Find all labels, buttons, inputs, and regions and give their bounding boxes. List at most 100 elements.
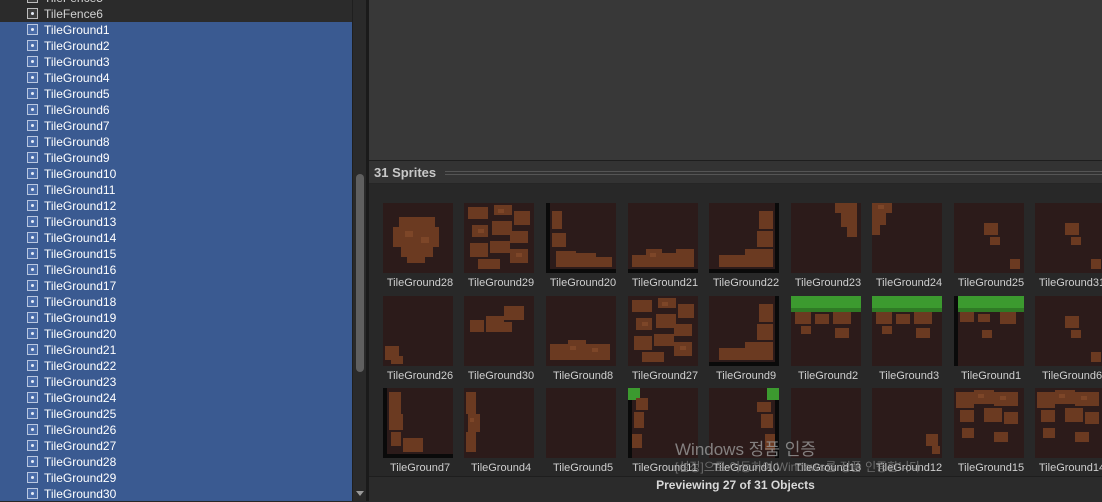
sprite-tile[interactable]: TileGround22 — [709, 203, 783, 289]
sprite-tile[interactable]: TileGround15 — [954, 388, 1028, 474]
hierarchy-item[interactable]: TileFence6 — [0, 6, 352, 22]
hierarchy-item[interactable]: TileGround14 — [0, 230, 352, 246]
hierarchy-item[interactable]: TileGround4 — [0, 70, 352, 86]
scrollbar-thumb[interactable] — [356, 174, 364, 372]
sprite-tile[interactable]: TileGround14 — [1035, 388, 1102, 474]
sprite-tile[interactable]: TileGround24 — [872, 203, 946, 289]
tile-pixel — [662, 253, 676, 267]
hierarchy-item[interactable]: TileGround28 — [0, 454, 352, 470]
sprite-tile[interactable]: TileGround23 — [791, 203, 865, 289]
tile-pixel — [466, 392, 476, 414]
hierarchy-item[interactable]: TileGround9 — [0, 150, 352, 166]
sprite-tile[interactable]: TileGround7 — [383, 388, 457, 474]
scroll-down-arrow-icon[interactable] — [356, 491, 364, 496]
gameobject-icon — [27, 280, 38, 291]
hierarchy-scrollbar[interactable] — [352, 0, 367, 501]
sprite-tile[interactable]: TileGround28 — [383, 203, 457, 289]
tile-pixel — [1075, 392, 1099, 406]
hierarchy-item[interactable]: TileGround20 — [0, 326, 352, 342]
sprite-tile[interactable]: TileGround6 — [1035, 296, 1102, 382]
sprite-tile[interactable]: TileGround1 — [954, 296, 1028, 382]
tile-pixel — [656, 314, 676, 328]
sprite-thumbnail — [791, 296, 861, 366]
hierarchy-item[interactable]: TileGround3 — [0, 54, 352, 70]
gameobject-icon — [27, 24, 38, 35]
sprite-thumbnail — [628, 203, 698, 273]
hierarchy-item[interactable]: TileGround26 — [0, 422, 352, 438]
sprite-tile[interactable]: TileGround29 — [464, 203, 538, 289]
gameobject-icon — [27, 104, 38, 115]
hierarchy-item[interactable]: TileGround1 — [0, 22, 352, 38]
hierarchy-item-label: TileGround28 — [44, 455, 117, 469]
hierarchy-item[interactable]: TileGround12 — [0, 198, 352, 214]
tile-pixel — [1043, 428, 1055, 438]
gameobject-icon — [27, 248, 38, 259]
hierarchy-item-label: TileGround14 — [44, 231, 117, 245]
sprite-tile[interactable]: TileGround31 — [1035, 203, 1102, 289]
sprite-tile[interactable]: TileGround2 — [791, 296, 865, 382]
hierarchy-item-label: TileGround21 — [44, 343, 117, 357]
hierarchy-item[interactable]: TileGround23 — [0, 374, 352, 390]
hierarchy-item[interactable]: TileGround21 — [0, 342, 352, 358]
hierarchy-item[interactable]: TileGround22 — [0, 358, 352, 374]
hierarchy-item[interactable]: TileGround10 — [0, 166, 352, 182]
hierarchy-item-label: TileGround25 — [44, 407, 117, 421]
sprite-tile[interactable]: TileGround25 — [954, 203, 1028, 289]
sprite-tile[interactable]: TileGround27 — [628, 296, 702, 382]
hierarchy-item[interactable]: TileGround5 — [0, 86, 352, 102]
hierarchy-item[interactable]: TileGround30 — [0, 486, 352, 501]
tile-pixel — [815, 314, 829, 324]
tile-pixel — [632, 300, 652, 312]
sprite-tile[interactable]: TileGround3 — [872, 296, 946, 382]
tile-pixel — [596, 257, 612, 267]
hierarchy-item[interactable]: TileGround7 — [0, 118, 352, 134]
hierarchy-item[interactable]: TileGround6 — [0, 102, 352, 118]
hierarchy-item-label: TileGround24 — [44, 391, 117, 405]
sprite-thumbnail — [872, 296, 942, 366]
sprite-tile[interactable]: TileGround30 — [464, 296, 538, 382]
hierarchy-item[interactable]: TileGround16 — [0, 262, 352, 278]
gameobject-icon — [27, 376, 38, 387]
tile-pixel — [632, 255, 646, 267]
tile-pixel — [680, 346, 686, 350]
sprite-tile[interactable]: TileGround21 — [628, 203, 702, 289]
hierarchy-item[interactable]: TileGround17 — [0, 278, 352, 294]
tile-pixel — [954, 296, 1024, 308]
hierarchy-item-label: TileFence6 — [44, 7, 103, 21]
tile-pixel — [847, 227, 857, 237]
hierarchy-item[interactable]: TileGround29 — [0, 470, 352, 486]
hierarchy-item[interactable]: TileGround13 — [0, 214, 352, 230]
hierarchy-item[interactable]: TileGround27 — [0, 438, 352, 454]
hierarchy-item[interactable]: TileGround15 — [0, 246, 352, 262]
gameobject-icon — [27, 392, 38, 403]
tile-pixel — [1010, 259, 1020, 269]
sprite-tile[interactable]: TileGround26 — [383, 296, 457, 382]
tile-pixel — [833, 312, 851, 324]
tile-pixel — [389, 392, 401, 414]
hierarchy-item[interactable]: TileGround24 — [0, 390, 352, 406]
tile-pixel — [757, 402, 771, 412]
hierarchy-item[interactable]: TileGround19 — [0, 310, 352, 326]
sprite-tile[interactable]: TileGround5 — [546, 388, 620, 474]
sprite-tile[interactable]: TileGround8 — [546, 296, 620, 382]
gameobject-icon — [27, 408, 38, 419]
hierarchy-item[interactable]: TileGround8 — [0, 134, 352, 150]
hierarchy-item[interactable]: TileGround2 — [0, 38, 352, 54]
sprite-thumbnail — [1035, 203, 1102, 273]
sprite-tile[interactable]: TileGround4 — [464, 388, 538, 474]
hierarchy-item-label: TileGround2 — [44, 39, 110, 53]
sprite-label: TileGround21 — [631, 277, 699, 289]
tile-pixel — [1071, 330, 1081, 338]
hierarchy-item[interactable]: TileGround11 — [0, 182, 352, 198]
tile-pixel — [1081, 396, 1087, 400]
sprite-tile[interactable]: TileGround20 — [546, 203, 620, 289]
hierarchy-item[interactable]: TileGround25 — [0, 406, 352, 422]
tile-pixel — [835, 203, 857, 213]
hierarchy-item[interactable]: TileGround18 — [0, 294, 352, 310]
sprite-tile[interactable]: TileGround9 — [709, 296, 783, 382]
preview-title: 31 Sprites — [374, 165, 437, 180]
tile-pixel — [403, 438, 423, 452]
tile-pixel — [391, 356, 403, 364]
tile-pixel — [642, 322, 648, 326]
gameobject-icon — [27, 0, 38, 3]
